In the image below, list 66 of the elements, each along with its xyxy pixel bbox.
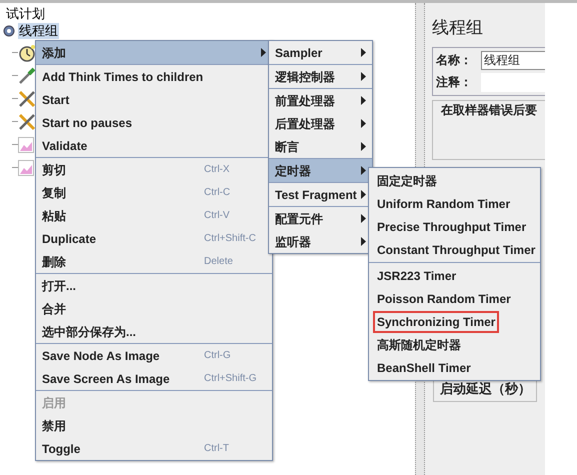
shortcut-label: Ctrl-X — [204, 163, 230, 177]
comment-label: 注释： — [436, 74, 473, 91]
menu-item[interactable]: 粘贴 Ctrl-V — [36, 204, 272, 227]
menu-item[interactable]: Test Fragment — [269, 183, 372, 206]
menu-item[interactable]: Save Node As Image Ctrl-G — [36, 344, 272, 367]
menu-item[interactable]: 打开... — [36, 274, 272, 297]
menu-item[interactable]: 逻辑控制器 — [269, 65, 372, 88]
menu-item[interactable]: 剪切 Ctrl-X — [36, 158, 272, 181]
tree-node[interactable]: 线程组 — [18, 23, 59, 39]
submenu-arrow-icon — [361, 166, 366, 175]
submenu-arrow-icon — [361, 48, 366, 57]
shortcut-label: Delete — [204, 255, 233, 269]
menu-item[interactable]: Save Screen As Image Ctrl+Shift-G — [36, 367, 272, 390]
shortcut-label: Ctrl+Shift-C — [204, 232, 256, 246]
menu-item[interactable]: 选中部分保存为... — [36, 320, 272, 343]
submenu-arrow-icon — [361, 119, 366, 128]
pipette-icon — [18, 66, 36, 84]
shortcut-label: Ctrl+Shift-G — [204, 372, 257, 386]
menu-item[interactable]: Start no pauses — [36, 111, 272, 134]
tools-icon — [18, 90, 36, 108]
menu-item[interactable]: JSR223 Timer — [373, 264, 460, 286]
delay-label: 启动延迟（秒） — [440, 380, 531, 398]
menu-item[interactable]: Precise Throughput Timer — [373, 216, 530, 238]
menu-item[interactable]: 复制 Ctrl-C — [36, 181, 272, 204]
menu-item[interactable]: 定时器 — [269, 159, 372, 182]
menu-item[interactable]: 监听器 — [269, 230, 372, 253]
menu-item[interactable]: Duplicate Ctrl+Shift-C — [36, 227, 272, 250]
menu-item[interactable]: Validate — [36, 134, 272, 157]
name-label: 名称： — [436, 52, 473, 69]
menu-item[interactable]: 断言 — [269, 135, 372, 158]
menu-item[interactable]: Start — [36, 88, 272, 111]
shortcut-label: Ctrl-T — [204, 442, 229, 456]
chart-icon — [18, 136, 34, 152]
menu-item[interactable]: 前置处理器 — [269, 89, 372, 112]
menu-item[interactable]: 删除 Delete — [36, 250, 272, 273]
menu-item[interactable]: 配置元件 — [269, 207, 372, 230]
menu-item[interactable]: Poisson Random Timer — [373, 288, 515, 310]
menu-item[interactable]: Synchronizing Timer — [373, 310, 500, 332]
menu-item[interactable]: 禁用 — [36, 414, 272, 437]
shortcut-label: Ctrl-C — [204, 186, 230, 200]
name-field[interactable]: 线程组 — [481, 50, 545, 70]
stopwatch-icon — [18, 44, 36, 62]
submenu-arrow-icon — [361, 214, 366, 223]
shortcut-label: Ctrl-G — [204, 349, 231, 363]
chart-icon — [18, 160, 34, 176]
menu-item[interactable]: 后置处理器 — [269, 112, 372, 135]
tools-icon — [18, 112, 36, 130]
menu-item[interactable]: Sampler — [269, 41, 372, 64]
group-title: 在取样器错误后要 — [441, 102, 537, 116]
menu-item[interactable]: 高斯随机定时器 — [373, 334, 465, 356]
submenu-arrow-icon — [361, 142, 366, 151]
menu-item[interactable]: 合并 — [36, 297, 272, 320]
tree-root-label[interactable]: 试计划 — [0, 6, 415, 22]
menu-item[interactable]: 固定定时器 — [373, 170, 441, 192]
shortcut-label: Ctrl-V — [204, 209, 230, 223]
menu-item[interactable]: BeanShell Timer — [373, 356, 475, 378]
menu-item[interactable]: Constant Throughput Timer — [373, 238, 540, 260]
menu-item[interactable]: Add Think Times to children — [36, 65, 272, 88]
menu-item[interactable]: Toggle Ctrl-T — [36, 437, 272, 460]
submenu-arrow-icon — [361, 96, 366, 105]
submenu-arrow-icon — [261, 48, 266, 57]
submenu-arrow-icon — [361, 237, 366, 246]
submenu-arrow-icon — [361, 72, 366, 81]
submenu-arrow-icon — [361, 190, 366, 199]
panel-title: 线程组 — [432, 17, 484, 39]
menu-item[interactable]: Uniform Random Timer — [373, 192, 514, 214]
